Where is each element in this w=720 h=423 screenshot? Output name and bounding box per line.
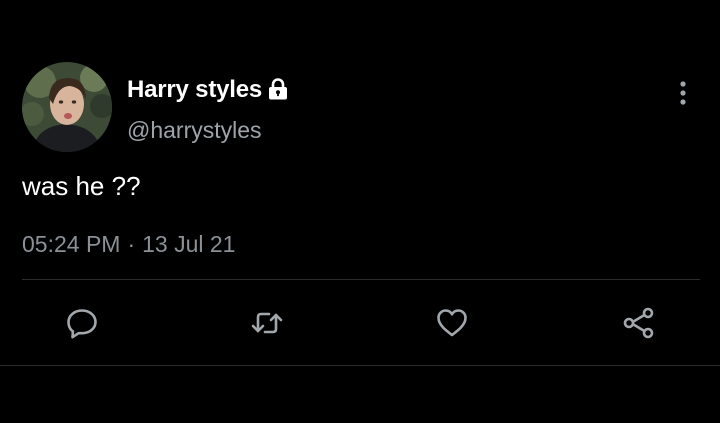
retweet-button[interactable] [250,306,284,340]
heart-icon [437,309,467,337]
avatar[interactable] [22,62,112,152]
tweet-date: 13 Jul 21 [142,231,236,257]
reply-button[interactable] [65,306,99,340]
avatar-photo [22,62,112,152]
tweet-timestamp[interactable]: 05:24 PM · 13 Jul 21 [22,231,235,258]
like-button[interactable] [435,306,469,340]
tweet-time: 05:24 PM [22,231,121,257]
more-vertical-icon [680,81,686,105]
timestamp-separator: · [127,231,136,257]
tweet: Harry styles @harrystyles was he ?? 05:2… [0,0,720,423]
divider [22,279,700,280]
share-button[interactable] [622,306,656,340]
divider [0,365,720,366]
user-handle[interactable]: @harrystyles [127,117,262,144]
author-name-row: Harry styles [127,76,288,104]
lock-icon [269,77,288,99]
reply-icon [67,309,97,339]
more-options-button[interactable] [671,78,695,108]
tweet-text: was he ?? [22,171,141,201]
display-name[interactable]: Harry styles [127,76,262,104]
share-icon [623,307,654,339]
retweet-icon [251,312,283,334]
